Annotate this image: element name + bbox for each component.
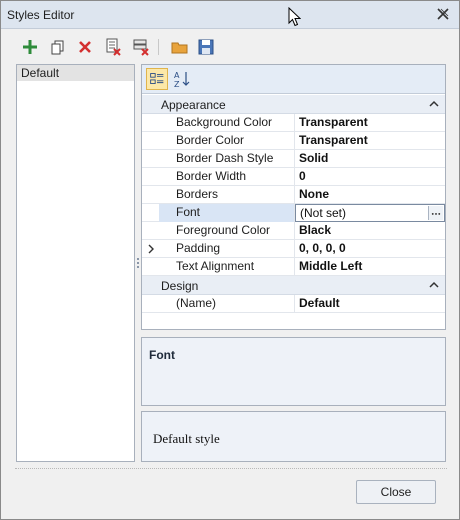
property-row-border-color[interactable]: Border Color Transparent	[142, 132, 445, 150]
svg-text:A: A	[174, 71, 180, 80]
property-value[interactable]: 0	[295, 168, 445, 186]
property-name: Border Dash Style	[159, 150, 295, 168]
property-row-background-color[interactable]: Background Color Transparent	[142, 114, 445, 132]
property-value[interactable]: 0, 0, 0, 0	[295, 240, 445, 258]
property-value[interactable]: Middle Left	[295, 258, 445, 276]
category-label: Appearance	[161, 98, 226, 112]
open-folder-icon[interactable]	[170, 37, 190, 57]
expand-arrow-icon[interactable]	[147, 244, 155, 254]
toolbar-separator	[158, 39, 159, 55]
window-title: Styles Editor	[7, 8, 75, 22]
mouse-cursor-icon	[288, 7, 301, 27]
property-row-border-width[interactable]: Border Width 0	[142, 168, 445, 186]
property-name: Text Alignment	[159, 258, 295, 276]
styles-editor-window: Styles Editor Default A Z Appearance Bac…	[0, 0, 460, 520]
property-row-name[interactable]: (Name) Default	[142, 295, 445, 313]
property-value-editor[interactable]: (Not set)	[295, 204, 445, 222]
property-value[interactable]: Transparent	[295, 114, 445, 132]
property-value[interactable]: Solid	[295, 150, 445, 168]
svg-text:Z: Z	[174, 80, 180, 89]
property-name: Border Color	[159, 132, 295, 150]
property-name: Background Color	[159, 114, 295, 132]
save-icon[interactable]	[196, 37, 216, 57]
property-name: Padding	[159, 240, 295, 258]
delete-icon[interactable]	[75, 37, 95, 57]
description-panel: Font	[141, 337, 446, 406]
property-row-foreground-color[interactable]: Foreground Color Black	[142, 222, 445, 240]
property-value[interactable]: Black	[295, 222, 445, 240]
clear-icon[interactable]	[103, 37, 123, 57]
property-name: (Name)	[159, 295, 295, 313]
category-label: Design	[161, 279, 199, 293]
categorized-view-icon[interactable]	[146, 68, 168, 90]
close-button[interactable]: Close	[356, 480, 436, 504]
purge-icon[interactable]	[131, 37, 151, 57]
add-icon[interactable]	[20, 37, 40, 57]
property-row-font[interactable]: Font (Not set)	[142, 204, 445, 222]
property-name: Foreground Color	[159, 222, 295, 240]
property-row-padding[interactable]: Padding 0, 0, 0, 0	[142, 240, 445, 258]
ellipsis-button-icon[interactable]	[428, 206, 443, 220]
copy-icon[interactable]	[48, 37, 68, 57]
property-name: Borders	[159, 186, 295, 204]
collapse-chevron-icon[interactable]	[429, 281, 439, 289]
close-window-icon[interactable]	[435, 6, 451, 22]
style-list[interactable]: Default	[16, 64, 135, 462]
property-grid: A Z Appearance Background Color Transpar…	[141, 64, 446, 330]
description-title: Font	[149, 348, 175, 362]
property-grid-toolbar: A Z	[142, 65, 445, 94]
property-row-borders[interactable]: Borders None	[142, 186, 445, 204]
property-value[interactable]: (Not set)	[300, 206, 346, 220]
category-appearance[interactable]: Appearance	[142, 95, 445, 114]
property-value[interactable]: Default	[295, 295, 445, 313]
horizontal-splitter[interactable]	[286, 332, 302, 343]
property-row-border-dash-style[interactable]: Border Dash Style Solid	[142, 150, 445, 168]
property-rows: Appearance Background Color Transparent …	[142, 95, 445, 313]
property-name: Font	[159, 204, 295, 222]
property-name: Border Width	[159, 168, 295, 186]
help-panel: Default style	[141, 411, 446, 462]
divider	[15, 468, 447, 469]
list-item-default[interactable]: Default	[17, 65, 134, 81]
alphabetical-sort-icon[interactable]: A Z	[171, 68, 193, 90]
help-text: Default style	[153, 431, 220, 446]
collapse-chevron-icon[interactable]	[429, 100, 439, 108]
property-row-text-alignment[interactable]: Text Alignment Middle Left	[142, 258, 445, 276]
property-value[interactable]: Transparent	[295, 132, 445, 150]
toolbar	[15, 35, 235, 59]
property-value[interactable]: None	[295, 186, 445, 204]
vertical-splitter[interactable]	[136, 256, 140, 272]
title-bar[interactable]: Styles Editor	[1, 1, 459, 29]
category-design[interactable]: Design	[142, 276, 445, 295]
